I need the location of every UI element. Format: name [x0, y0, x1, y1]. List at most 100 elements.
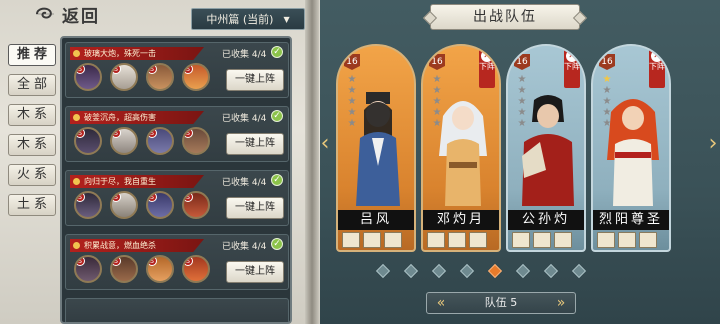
set-collected: 已收集 4/4 — [222, 50, 267, 60]
check-icon: ✓ — [271, 238, 283, 250]
set-card: 破釜沉舟，超高伤害 已收集 4/4 ✓ S S S S 一键上阵 — [65, 106, 289, 162]
hero-avatar[interactable]: S — [74, 191, 102, 219]
hero-card-1[interactable]: 16 ★ ★ ★ ★ ★ 吕风 — [336, 44, 416, 252]
set-collected: 已收集 4/4 — [222, 242, 267, 252]
element-icon: S — [184, 129, 193, 138]
hero-avatar[interactable]: S — [182, 63, 210, 91]
gear-slot[interactable] — [554, 232, 572, 248]
gear-slot[interactable] — [427, 232, 445, 248]
gear-slot[interactable] — [342, 232, 360, 248]
remove-label: 下阵 — [564, 62, 580, 71]
tab-fire[interactable]: 火系 — [8, 164, 56, 186]
element-icon: S — [148, 257, 157, 266]
gear-slot[interactable] — [618, 232, 636, 248]
gear-slot[interactable] — [639, 232, 657, 248]
level-badge: 16 — [599, 54, 615, 70]
hero-figure — [522, 95, 574, 206]
prev-team-icon[interactable]: « — [431, 293, 451, 313]
region-label: 中州篇 (当前) — [206, 13, 274, 26]
tab-recommended[interactable]: 推荐 — [8, 44, 56, 66]
element-icon: S — [184, 193, 193, 202]
set-title: 玻璃大炮，殊死一击 — [70, 47, 204, 60]
element-icon: S — [148, 65, 157, 74]
gear-slot[interactable] — [597, 232, 615, 248]
remove-label: 下阵 — [479, 62, 495, 71]
prev-arrow-icon[interactable]: ‹ — [318, 130, 332, 158]
hero-avatar[interactable]: S — [110, 255, 138, 283]
element-icon: S — [112, 65, 121, 74]
gear-slot[interactable] — [384, 232, 402, 248]
gear-slot[interactable] — [512, 232, 530, 248]
remove-button[interactable]: ✕ 下阵 — [479, 48, 495, 88]
team-title: 出战队伍 — [430, 4, 580, 30]
lineup-set-list[interactable]: 玻璃大炮，殊死一击 已收集 4/4 ✓ S S S S 一键上阵 破釜沉舟，超高… — [60, 36, 292, 324]
page-dot[interactable] — [459, 263, 475, 279]
set-card: 玻璃大炮，殊死一击 已收集 4/4 ✓ S S S S 一键上阵 — [65, 42, 289, 98]
page-dot[interactable] — [403, 263, 419, 279]
quick-deploy-button[interactable]: 一键上阵 — [226, 69, 284, 91]
tab-all[interactable]: 全部 — [8, 74, 56, 96]
gear-slot[interactable] — [363, 232, 381, 248]
set-card: 积累战意，燃血绝杀 已收集 4/4 ✓ S S S S 一键上阵 — [65, 234, 289, 290]
hero-avatar[interactable]: S — [74, 255, 102, 283]
page-dot[interactable] — [543, 263, 559, 279]
page-dot[interactable] — [375, 263, 391, 279]
region-dropdown[interactable]: 中州篇 (当前) ▼ — [191, 8, 305, 30]
tab-earth[interactable]: 土系 — [8, 194, 56, 216]
close-icon: ✕ — [651, 50, 663, 62]
hero-card-3[interactable]: 16 ✕ 下阵 ★ ★ ★ ★ ★ 公孙灼 — [506, 44, 586, 252]
hero-avatar[interactable]: S — [146, 63, 174, 91]
remove-button[interactable]: ✕ 下阵 — [649, 48, 665, 88]
hero-avatar[interactable]: S — [146, 127, 174, 155]
page-dot[interactable] — [431, 263, 447, 279]
element-icon: S — [76, 257, 85, 266]
team-panel: 出战队伍 ‹ › 16 ★ ★ ★ ★ ★ 吕风 16 ✕ 下阵 ★ ★ ★ ★… — [320, 0, 720, 324]
hero-avatar[interactable]: S — [146, 191, 174, 219]
quick-deploy-button[interactable]: 一键上阵 — [226, 133, 284, 155]
page-dot[interactable] — [515, 263, 531, 279]
hero-avatar[interactable]: S — [74, 127, 102, 155]
back-button[interactable]: 返回 — [34, 3, 124, 27]
check-icon: ✓ — [271, 110, 283, 122]
quick-deploy-button[interactable]: 一键上阵 — [226, 261, 284, 283]
tab-wood-2[interactable]: 木系 — [8, 134, 56, 156]
gear-slot[interactable] — [469, 232, 487, 248]
page-dot[interactable] — [571, 263, 587, 279]
level-badge: 16 — [514, 54, 530, 70]
next-team-icon[interactable]: » — [551, 293, 571, 313]
gear-slot[interactable] — [448, 232, 466, 248]
hero-avatar[interactable]: S — [110, 127, 138, 155]
element-icon: S — [148, 193, 157, 202]
hero-name: 公孙灼 — [508, 210, 584, 230]
hero-avatar[interactable]: S — [182, 255, 210, 283]
equipment-row — [342, 232, 402, 248]
element-icon: S — [112, 129, 121, 138]
next-arrow-icon[interactable]: › — [706, 130, 720, 158]
star-icon: ★ — [432, 74, 442, 85]
element-icon: S — [148, 129, 157, 138]
back-swirl-icon — [36, 7, 54, 19]
tab-wood-1[interactable]: 木系 — [8, 104, 56, 126]
check-icon: ✓ — [271, 46, 283, 58]
star-icon: ★ — [602, 74, 612, 85]
set-collected: 已收集 4/4 — [222, 178, 267, 188]
hero-card-2[interactable]: 16 ✕ 下阵 ★ ★ ★ ★ ★ 邓灼月 — [421, 44, 501, 252]
hero-avatar[interactable]: S — [110, 63, 138, 91]
hero-card-4[interactable]: 16 ✕ 下阵 ★ ★ ★ ★ ★ 烈阳尊圣 — [591, 44, 671, 252]
hero-avatar[interactable]: S — [110, 191, 138, 219]
page-dot-active[interactable] — [487, 263, 503, 279]
level-badge: 16 — [344, 54, 360, 70]
panel-divider — [305, 0, 319, 324]
gear-slot[interactable] — [533, 232, 551, 248]
hero-name: 邓灼月 — [423, 210, 499, 230]
element-tabs: 推荐 全部 木系 木系 火系 土系 — [8, 44, 56, 224]
chevron-down-icon: ▼ — [283, 14, 290, 24]
remove-button[interactable]: ✕ 下阵 — [564, 48, 580, 88]
hero-avatar[interactable]: S — [146, 255, 174, 283]
set-title: 破釜沉舟，超高伤害 — [70, 111, 204, 124]
hero-avatar[interactable]: S — [182, 191, 210, 219]
quick-deploy-button[interactable]: 一键上阵 — [226, 197, 284, 219]
hero-avatar[interactable]: S — [182, 127, 210, 155]
hero-avatar[interactable]: S — [74, 63, 102, 91]
element-icon: S — [76, 193, 85, 202]
